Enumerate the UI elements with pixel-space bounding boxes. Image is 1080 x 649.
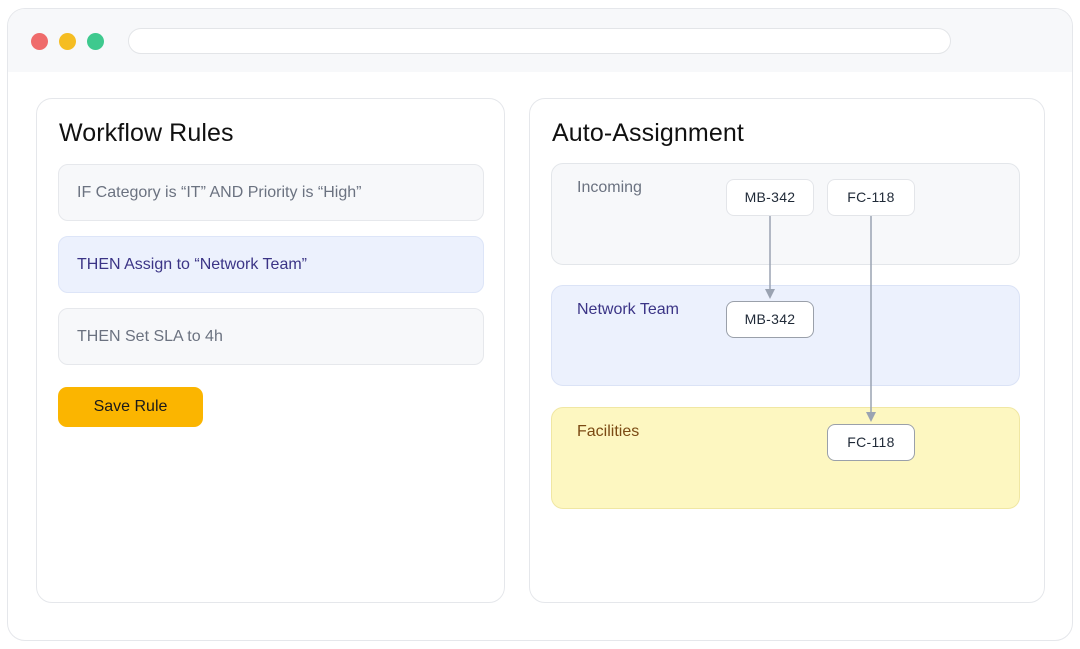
minimize-window-button[interactable] (59, 33, 76, 50)
workflow-rules-title: Workflow Rules (59, 119, 234, 147)
address-bar[interactable] (128, 28, 951, 54)
auto-assignment-title: Auto-Assignment (552, 119, 744, 147)
rule-condition[interactable]: IF Category is “IT” AND Priority is “Hig… (58, 164, 484, 221)
lane-label-network-team: Network Team (577, 301, 679, 318)
auto-assignment-panel: Auto-Assignment Incoming Network Team Fa… (529, 98, 1045, 603)
ticket-card-incoming-fc-118[interactable]: FC-118 (827, 179, 915, 216)
window-titlebar (8, 9, 1072, 72)
ticket-card-facilities-fc-118[interactable]: FC-118 (827, 424, 915, 461)
browser-window: Workflow Rules IF Category is “IT” AND P… (7, 8, 1073, 641)
lane-label-facilities: Facilities (577, 423, 640, 440)
save-rule-button[interactable]: Save Rule (58, 387, 203, 427)
ticket-card-network-mb-342[interactable]: MB-342 (726, 301, 814, 338)
maximize-window-button[interactable] (87, 33, 104, 50)
lane-label-incoming: Incoming (577, 179, 642, 196)
ticket-card-incoming-mb-342[interactable]: MB-342 (726, 179, 814, 216)
rule-assign-action[interactable]: THEN Assign to “Network Team” (58, 236, 484, 293)
workflow-rules-panel: Workflow Rules IF Category is “IT” AND P… (36, 98, 505, 603)
close-window-button[interactable] (31, 33, 48, 50)
rule-sla-action[interactable]: THEN Set SLA to 4h (58, 308, 484, 365)
lane-facilities: Facilities (551, 407, 1020, 509)
